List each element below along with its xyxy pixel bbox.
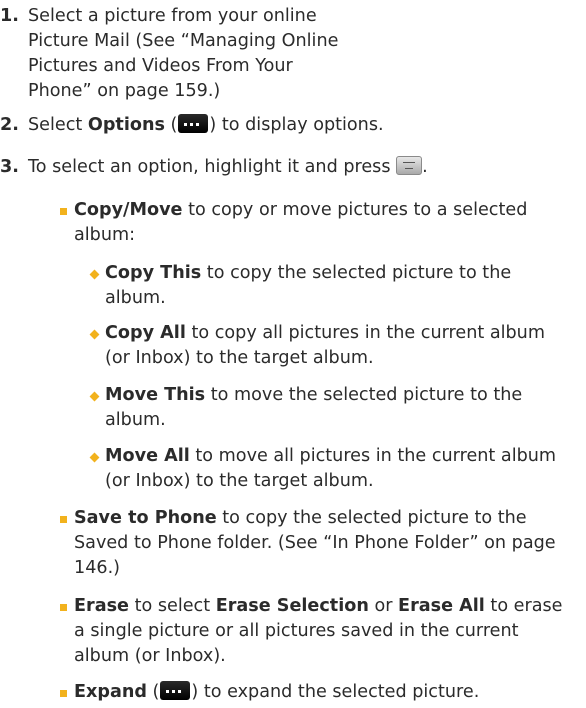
menu-ok-key-icon bbox=[396, 156, 423, 175]
bullet-diamond-icon bbox=[89, 391, 100, 402]
step-text: Select Options () to display options. bbox=[28, 114, 384, 135]
option-text: Save to Phone to copy the selected pictu… bbox=[74, 508, 556, 578]
bullet-diamond-icon bbox=[89, 269, 100, 280]
step-number: 2. bbox=[0, 115, 19, 135]
step-number: 1. bbox=[0, 6, 19, 26]
options-softkey-icon bbox=[178, 114, 209, 133]
suboption-text: Copy This to copy the selected picture t… bbox=[105, 263, 512, 308]
step-number: 3. bbox=[0, 157, 19, 177]
option-text: Erase to select Erase Selection or Erase… bbox=[74, 596, 563, 666]
options-softkey-icon bbox=[160, 681, 191, 700]
bullet-square-icon bbox=[60, 208, 67, 215]
option-text: Expand () to expand the selected picture… bbox=[74, 681, 480, 702]
suboption-text: Copy All to copy all pictures in the cur… bbox=[105, 323, 545, 368]
suboption-text: Move All to move all pictures in the cur… bbox=[105, 446, 557, 491]
bullet-diamond-icon bbox=[89, 329, 100, 340]
step-text: To select an option, highlight it and pr… bbox=[28, 156, 428, 177]
bullet-diamond-icon bbox=[89, 452, 100, 463]
option-text: Copy/Move to copy or move pictures to a … bbox=[74, 200, 528, 245]
options-label: Options bbox=[87, 115, 165, 135]
bullet-square-icon bbox=[60, 516, 67, 523]
suboption-text: Move This to move the selected picture t… bbox=[105, 385, 523, 430]
bullet-square-icon bbox=[60, 690, 67, 697]
bullet-square-icon bbox=[60, 604, 67, 611]
step-text: Select a picture from your online Pictur… bbox=[28, 6, 339, 101]
